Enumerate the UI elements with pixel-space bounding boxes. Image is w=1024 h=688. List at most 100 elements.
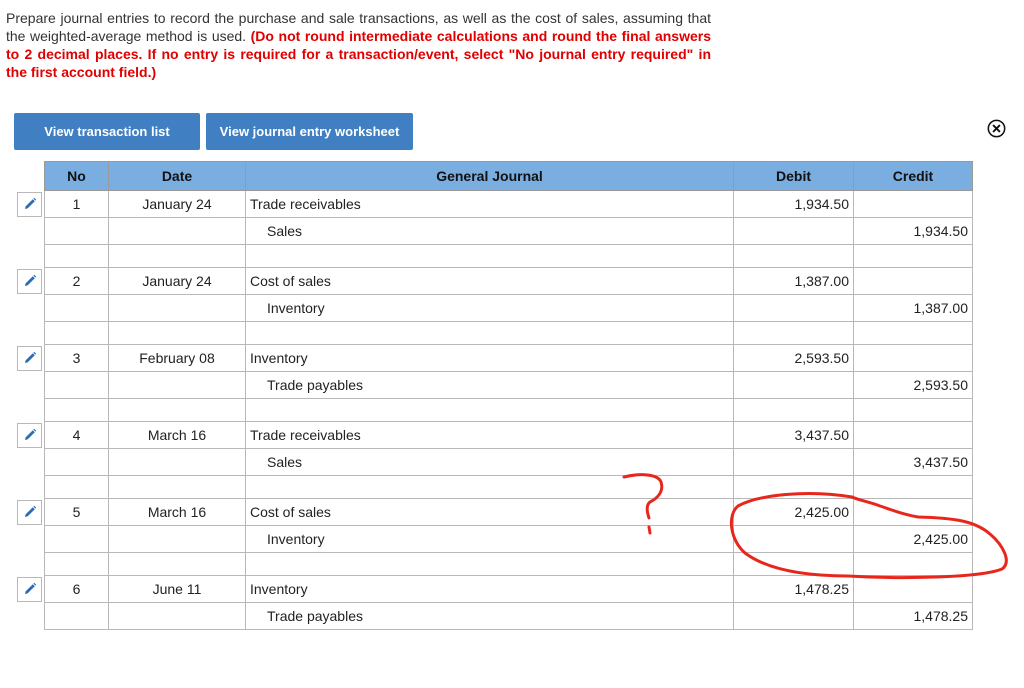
entry-number: 5	[44, 498, 109, 526]
journal-row-debit: 2 January 24 Cost of sales 1,387.00	[44, 267, 973, 295]
debit-amount: 1,478.25	[733, 575, 854, 603]
debit-amount: 2,425.00	[733, 498, 854, 526]
credit-account: Trade payables	[267, 377, 363, 393]
entry-number: 3	[44, 344, 109, 372]
debit-amount-empty	[733, 448, 854, 476]
credit-amount: 2,425.00	[853, 525, 973, 553]
credit-amount-empty	[853, 344, 973, 372]
edit-entry-button[interactable]	[17, 422, 42, 448]
entry-date: March 16	[108, 421, 246, 449]
instructions: Prepare journal entries to record the pu…	[6, 9, 711, 81]
credit-amount-empty	[853, 267, 973, 295]
view-transaction-list-button[interactable]: View transaction list	[14, 113, 200, 150]
journal-row-blank	[44, 321, 973, 345]
entry-number-empty	[44, 371, 109, 399]
credit-amount-empty	[853, 421, 973, 449]
journal-row-blank	[44, 398, 973, 422]
pencil-icon	[24, 505, 36, 517]
debit-account: Cost of sales	[245, 498, 734, 526]
debit-account: Inventory	[245, 575, 734, 603]
entry-date: February 08	[108, 344, 246, 372]
journal-row-debit: 6 June 11 Inventory 1,478.25	[44, 575, 973, 603]
table-header: No Date General Journal Debit Credit	[44, 161, 973, 191]
entry-number-empty	[44, 217, 109, 245]
debit-account: Trade receivables	[245, 421, 734, 449]
journal-row-debit: 5 March 16 Cost of sales 2,425.00	[44, 498, 973, 526]
credit-amount: 3,437.50	[853, 448, 973, 476]
debit-amount-empty	[733, 294, 854, 322]
edit-entry-button[interactable]	[17, 499, 42, 525]
edit-entry-button[interactable]	[17, 576, 42, 602]
general-journal-table: No Date General Journal Debit Credit 1 J…	[44, 161, 973, 630]
credit-amount: 1,478.25	[853, 602, 973, 630]
edit-entry-button[interactable]	[17, 345, 42, 371]
credit-account: Sales	[267, 454, 303, 470]
entry-date-empty	[108, 217, 246, 245]
journal-row-blank	[44, 475, 973, 499]
close-icon[interactable]	[987, 119, 1006, 138]
credit-amount: 1,934.50	[853, 217, 973, 245]
credit-amount-empty	[853, 190, 973, 218]
entry-number: 2	[44, 267, 109, 295]
credit-account: Trade payables	[267, 608, 363, 624]
debit-amount: 1,387.00	[733, 267, 854, 295]
debit-amount-empty	[733, 371, 854, 399]
entry-date: June 11	[108, 575, 246, 603]
header-date: Date	[108, 161, 246, 191]
entry-number: 1	[44, 190, 109, 218]
header-general-journal: General Journal	[245, 161, 734, 191]
entry-number-empty	[44, 525, 109, 553]
credit-amount: 1,387.00	[853, 294, 973, 322]
entry-date: January 24	[108, 267, 246, 295]
header-no: No	[44, 161, 109, 191]
journal-row-credit: Trade payables 2,593.50	[44, 371, 973, 399]
pencil-icon	[24, 582, 36, 594]
debit-account: Cost of sales	[245, 267, 734, 295]
credit-amount: 2,593.50	[853, 371, 973, 399]
debit-amount: 1,934.50	[733, 190, 854, 218]
entry-number-empty	[44, 602, 109, 630]
pencil-icon	[24, 351, 36, 363]
credit-account: Sales	[267, 223, 303, 239]
credit-account: Inventory	[267, 531, 325, 547]
credit-account: Inventory	[267, 300, 325, 316]
journal-row-debit: 4 March 16 Trade receivables 3,437.50	[44, 421, 973, 449]
debit-account: Trade receivables	[245, 190, 734, 218]
credit-amount-empty	[853, 575, 973, 603]
entry-date-empty	[108, 602, 246, 630]
debit-account: Inventory	[245, 344, 734, 372]
credit-amount-empty	[853, 498, 973, 526]
entry-number: 4	[44, 421, 109, 449]
journal-row-credit: Inventory 1,387.00	[44, 294, 973, 322]
entry-date: March 16	[108, 498, 246, 526]
entry-number-empty	[44, 448, 109, 476]
journal-row-credit: Inventory 2,425.00	[44, 525, 973, 553]
entry-date-empty	[108, 294, 246, 322]
journal-row-credit: Sales 3,437.50	[44, 448, 973, 476]
view-journal-entry-worksheet-button[interactable]: View journal entry worksheet	[206, 113, 413, 150]
debit-amount: 3,437.50	[733, 421, 854, 449]
journal-row-debit: 1 January 24 Trade receivables 1,934.50	[44, 190, 973, 218]
debit-amount: 2,593.50	[733, 344, 854, 372]
debit-amount-empty	[733, 602, 854, 630]
entry-number: 6	[44, 575, 109, 603]
debit-amount-empty	[733, 525, 854, 553]
edit-entry-button[interactable]	[17, 191, 42, 217]
entry-date-empty	[108, 525, 246, 553]
entry-number-empty	[44, 294, 109, 322]
pencil-icon	[24, 274, 36, 286]
pencil-icon	[24, 197, 36, 209]
journal-row-credit: Sales 1,934.50	[44, 217, 973, 245]
journal-row-debit: 3 February 08 Inventory 2,593.50	[44, 344, 973, 372]
entry-date-empty	[108, 371, 246, 399]
header-credit: Credit	[853, 161, 973, 191]
debit-amount-empty	[733, 217, 854, 245]
edit-entry-button[interactable]	[17, 268, 42, 294]
journal-row-blank	[44, 552, 973, 576]
header-debit: Debit	[733, 161, 854, 191]
journal-row-credit: Trade payables 1,478.25	[44, 602, 973, 630]
pencil-icon	[24, 428, 36, 440]
entry-date: January 24	[108, 190, 246, 218]
journal-row-blank	[44, 244, 973, 268]
entry-date-empty	[108, 448, 246, 476]
